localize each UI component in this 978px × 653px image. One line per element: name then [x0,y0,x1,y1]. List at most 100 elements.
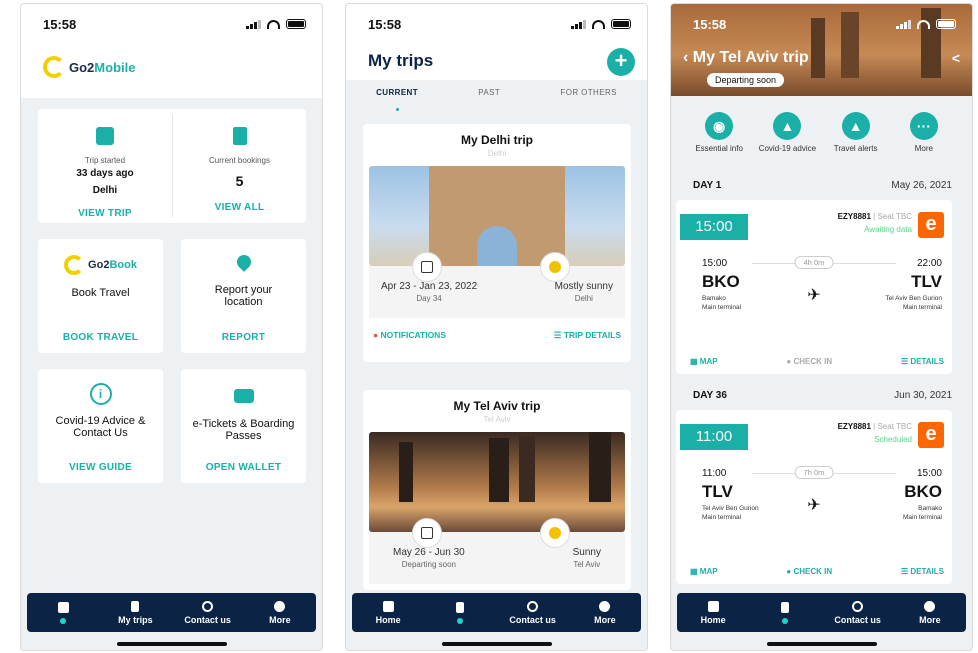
tab-my-trips[interactable]: My trips [104,600,166,625]
home-icon [382,600,394,612]
status-time: 15:58 [368,16,402,32]
tab-contact-us[interactable]: Contact us [827,600,889,625]
sun-icon [540,252,570,282]
flight-status: Scheduled [874,435,912,444]
tab-contact-us[interactable]: Contact us [177,600,239,625]
view-guide-button[interactable]: VIEW GUIDE [38,462,163,473]
page-title: My trips [368,51,434,70]
origin-code: TLV [702,482,733,501]
view-trip-link[interactable]: VIEW TRIP [38,208,172,219]
home-icon [57,601,69,613]
flight-card[interactable]: 15:00 EZY8881 | Seat TBC Awaiting data e… [676,200,952,374]
trip-photo [369,432,625,532]
tab-contact-us[interactable]: Contact us [502,600,564,625]
sun-icon [540,518,570,548]
book-travel-button[interactable]: BOOK TRAVEL [38,332,163,343]
tab-more[interactable]: More [899,600,961,625]
wifi-icon [592,19,605,29]
report-button[interactable]: REPORT [181,332,306,343]
home-indicator [441,642,552,646]
battery-icon [611,19,631,29]
status-badge: Departing soon [707,73,785,87]
tab-home[interactable]: Home [682,600,744,625]
map-link[interactable]: ▦ MAP [690,567,718,576]
tickets-card[interactable]: e-Tickets & Boarding Passes OPEN WALLET [181,369,306,483]
wifi-icon [917,19,930,29]
home-screen: 15:58 Go2 Mobile Trip started 33 days ago… [20,3,323,651]
report-card[interactable]: Report your location REPORT [181,239,306,353]
more-icon [924,600,936,612]
check-in-link[interactable]: ● CHECK IN [786,357,832,366]
open-wallet-button[interactable]: OPEN WALLET [181,462,306,473]
map-link[interactable]: ▦ MAP [690,357,718,366]
covid-advice-button[interactable]: ▲ Covid-19 advice [757,112,817,153]
tab-more[interactable]: More [249,600,311,625]
flight-number: EZY8881 | Seat TBC [837,422,912,431]
book-travel-card[interactable]: Go2 Book Book Travel BOOK TRAVEL [38,239,163,353]
trip-card-tel-aviv[interactable]: My Tel Aviv trip Tel Aviv May 26 - Jun 3… [363,390,631,590]
signal-icon [896,19,911,29]
trip-photo [369,166,625,266]
status-time: 15:58 [693,16,727,32]
active-tab-indicator [396,108,399,111]
warning-icon: ▲ [773,112,802,140]
flight-card[interactable]: 11:00 EZY8881 | Seat TBC Scheduled e 11:… [676,410,952,584]
notifications-link[interactable]: ● NOTIFICATIONS [373,330,446,341]
tab-current[interactable]: CURRENT [376,88,418,97]
active-indicator [60,617,67,624]
details-link[interactable]: ☰ DETAILS [901,357,944,366]
essential-info-button[interactable]: ◉ Essential info [689,112,749,153]
calendar-icon [96,127,114,145]
tab-home[interactable]: Home [357,600,419,625]
origin-code: BKO [702,272,740,291]
flight-actions: ▦ MAP ● CHECK IN ☰ DETAILS [690,567,944,576]
tab-my-trips[interactable] [754,601,816,624]
destination-code: BKO [904,482,942,501]
bookings-panel: Current bookings 5 VIEW ALL [173,109,306,223]
easyjet-logo-icon: e [918,212,944,238]
status-time: 15:58 [43,16,77,32]
info-icon: i [89,383,112,405]
details-link[interactable]: ☰ DETAILS [901,567,944,576]
share-icon[interactable]: < [952,50,960,66]
tab-bar: My trips Contact us More [27,593,316,632]
trip-title: ‹ My Tel Aviv trip [683,49,809,66]
trip-card-delhi[interactable]: My Delhi trip Delhi Apr 23 - Jan 23, 202… [363,124,631,362]
flight-status: Awaiting data [864,225,912,234]
active-indicator [457,617,464,624]
trip-info: May 26 - Jun 30 Departing soon Sunny Tel A… [369,532,625,584]
travel-alerts-button[interactable]: ▲ Travel alerts [826,112,886,153]
luggage-icon [781,601,790,613]
back-chevron-icon[interactable]: ‹ [683,49,688,66]
check-in-link[interactable]: ● CHECK IN [786,567,832,576]
tab-home[interactable] [32,601,94,624]
trip-details-link[interactable]: ☰ TRIP DETAILS [554,330,621,341]
home-indicator [116,642,227,646]
more-icon: ··· [909,112,938,140]
trip-card-actions: ● NOTIFICATIONS ☰ TRIP DETAILS [363,318,631,353]
trip-filter-tabs: CURRENT PAST FOR OTHERS [346,88,647,97]
view-all-link[interactable]: VIEW ALL [173,202,306,213]
trip-started-panel: Trip started 33 days ago Delhi VIEW TRIP [38,109,172,223]
wifi-icon [267,19,280,29]
luggage-icon [456,601,465,613]
logo-mark-icon [64,255,85,275]
more-button[interactable]: ··· More [894,112,954,153]
easyjet-logo-icon: e [918,422,944,448]
quick-actions: ◉ Essential info ▲ Covid-19 advice ▲ Travel… [671,112,972,153]
status-bar: 15:58 [346,4,647,44]
tab-bar: Home Contact us More [352,593,641,632]
add-trip-button[interactable]: + [607,48,635,76]
destination-code: TLV [911,272,942,291]
calendar-icon [412,518,442,548]
covid-card[interactable]: i Covid-19 Advice & Contact Us VIEW GUID… [38,369,163,483]
tab-my-trips[interactable] [429,601,491,624]
luggage-icon [131,600,140,612]
flight-actions: ▦ MAP ● CHECK IN ☰ DETAILS [690,357,944,366]
trip-info: Apr 23 - Jan 23, 2022 Day 34 Mostly sunny… [369,266,625,318]
tab-for-others[interactable]: FOR OTHERS [560,88,616,97]
go2book-logo: Go2 Book [38,255,163,275]
tab-more[interactable]: More [574,600,636,625]
tab-past[interactable]: PAST [478,88,500,97]
signal-icon [571,19,586,29]
